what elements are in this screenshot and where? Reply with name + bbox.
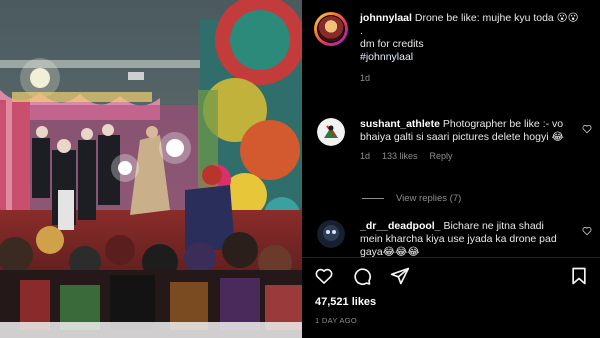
comment-username[interactable]: _dr__deadpool_ [360, 220, 441, 232]
comment-body: sushant_athlete Photographer be like :- … [360, 118, 568, 163]
caption-age: 1d [360, 73, 371, 83]
comment-item: sushant_athlete Photographer be like :- … [314, 118, 594, 163]
commenter-avatar[interactable] [317, 220, 345, 248]
author-avatar-image [318, 16, 344, 42]
view-replies-label: View replies (7) [396, 193, 462, 204]
replies-dash [362, 198, 384, 199]
wedding-stage-scene [0, 0, 302, 338]
post-action-bar [314, 266, 590, 288]
post-timestamp: 1 DAY AGO [315, 316, 358, 325]
heart-icon[interactable] [314, 266, 334, 286]
commenter-avatar[interactable] [317, 118, 345, 146]
view-replies-button[interactable]: View replies (7) [362, 193, 461, 204]
caption-line-2: . [360, 25, 363, 37]
comment-heart-icon[interactable] [582, 124, 592, 134]
caption-text: johnnylaal Drone be like: mujhe kyu toda… [360, 12, 590, 85]
comment-body: _dr__deadpool_ Bichare ne jitna shadi me… [360, 220, 568, 259]
comment-item: _dr__deadpool_ Bichare ne jitna shadi me… [314, 220, 594, 259]
post-side-panel: johnnylaal Drone be like: mujhe kyu toda… [302, 0, 600, 338]
caption-hashtag[interactable]: #johnnylaal [360, 51, 590, 64]
comment-meta: 1d 133 likes Reply [360, 150, 568, 163]
reply-button[interactable]: Reply [430, 150, 453, 163]
comment-icon[interactable] [352, 266, 372, 286]
author-username[interactable]: johnnylaal [360, 12, 412, 24]
comment-likes[interactable]: 133 likes [382, 150, 418, 163]
comment-username[interactable]: sushant_athlete [360, 118, 440, 130]
caption-line-3: dm for credits [360, 38, 424, 50]
post-caption: johnnylaal Drone be like: mujhe kyu toda… [314, 12, 594, 85]
instagram-post: johnnylaal Drone be like: mujhe kyu toda… [0, 0, 600, 338]
actions-divider [302, 257, 600, 258]
likes-count[interactable]: 47,521 likes [315, 296, 376, 308]
bookmark-icon[interactable] [569, 266, 589, 286]
comment-heart-icon[interactable] [582, 226, 592, 236]
share-icon[interactable] [390, 266, 410, 286]
caption-line-1: Drone be like: mujhe kyu toda 😮😮 [414, 12, 579, 24]
author-avatar[interactable] [314, 12, 348, 46]
post-video[interactable] [0, 0, 302, 338]
comment-age: 1d [360, 151, 371, 161]
